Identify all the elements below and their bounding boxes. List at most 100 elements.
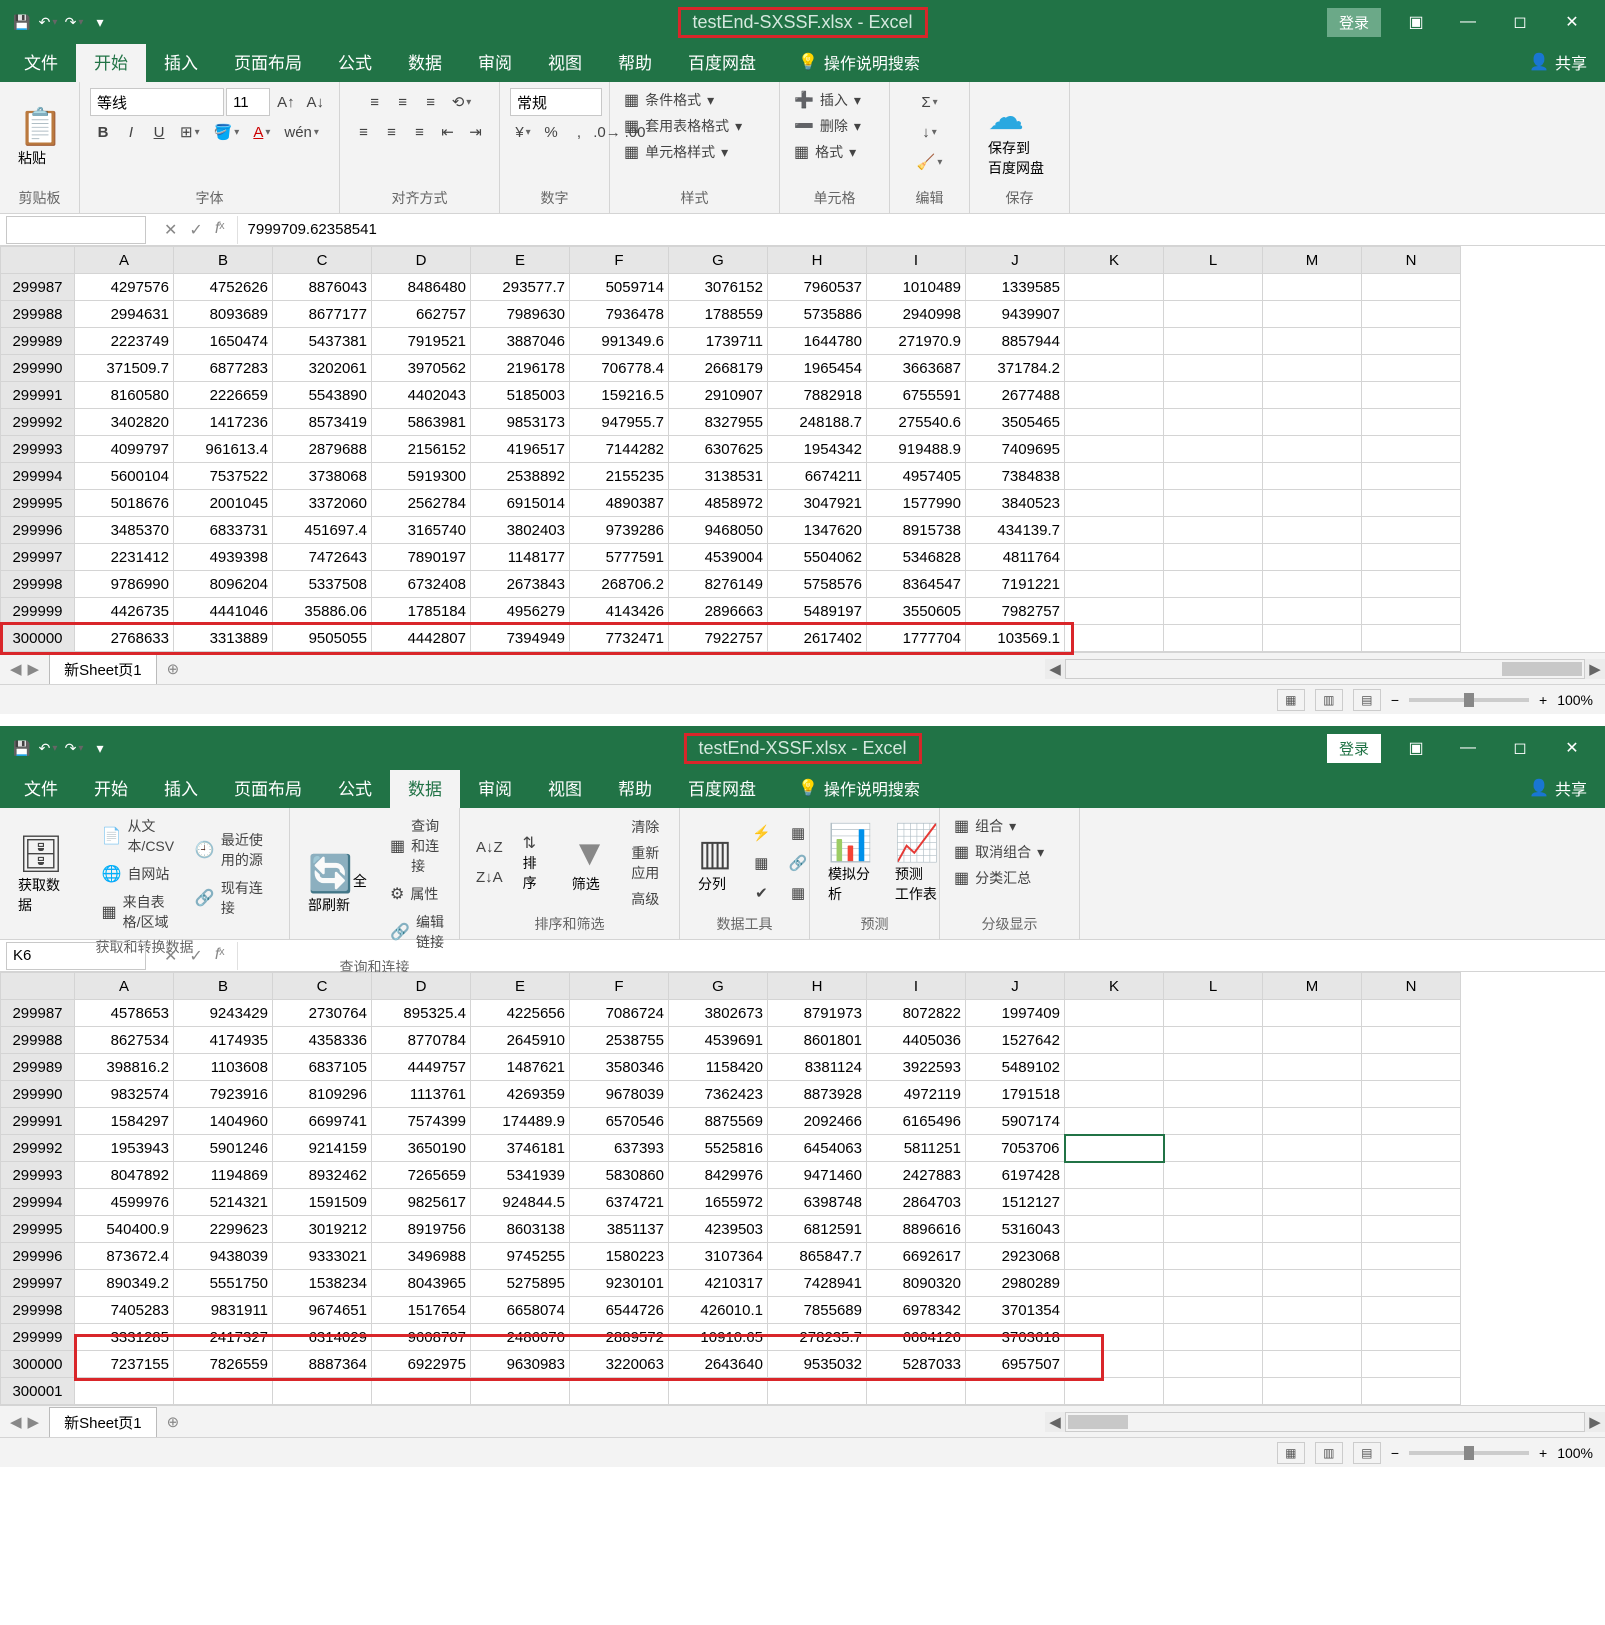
- cell[interactable]: 6658074: [471, 1297, 570, 1324]
- cell[interactable]: 1791518: [966, 1081, 1065, 1108]
- cell[interactable]: 919488.9: [867, 436, 966, 463]
- cell[interactable]: [1164, 274, 1263, 301]
- cell[interactable]: 6314029: [273, 1324, 372, 1351]
- cell[interactable]: [1263, 355, 1362, 382]
- cell[interactable]: 9786990: [75, 571, 174, 598]
- row-header[interactable]: 299988: [1, 1027, 75, 1054]
- get-data-button[interactable]: 🗄获取数 据: [10, 829, 92, 919]
- col-header[interactable]: L: [1164, 247, 1263, 274]
- cell[interactable]: [1065, 625, 1164, 652]
- cell[interactable]: 8887364: [273, 1351, 372, 1378]
- undo-icon[interactable]: ↶: [38, 12, 58, 32]
- cell[interactable]: 5504062: [768, 544, 867, 571]
- cell[interactable]: 5214321: [174, 1189, 273, 1216]
- cell[interactable]: 8791973: [768, 1000, 867, 1027]
- cell[interactable]: [1362, 382, 1461, 409]
- col-header[interactable]: B: [174, 247, 273, 274]
- cell[interactable]: 371784.2: [966, 355, 1065, 382]
- cell[interactable]: [1362, 571, 1461, 598]
- cell[interactable]: 7989630: [471, 301, 570, 328]
- cell[interactable]: 2923068: [966, 1243, 1065, 1270]
- cell[interactable]: 4269359: [471, 1081, 570, 1108]
- row-header[interactable]: 299990: [1, 1081, 75, 1108]
- cell[interactable]: [1263, 1351, 1362, 1378]
- cell[interactable]: 7405283: [75, 1297, 174, 1324]
- align-left-icon[interactable]: ≡: [351, 118, 377, 146]
- row-header[interactable]: 299991: [1, 382, 75, 409]
- cell[interactable]: [1164, 463, 1263, 490]
- sort-desc-icon[interactable]: Z↓A: [470, 864, 509, 892]
- cell[interactable]: [1065, 274, 1164, 301]
- queries-button[interactable]: ▦查询和连接: [386, 814, 449, 878]
- col-header[interactable]: H: [768, 247, 867, 274]
- formula-input[interactable]: [237, 942, 1605, 970]
- cell[interactable]: 3970562: [372, 355, 471, 382]
- cell[interactable]: 8601801: [768, 1027, 867, 1054]
- cell[interactable]: 7409695: [966, 436, 1065, 463]
- cell[interactable]: [1263, 1054, 1362, 1081]
- cell[interactable]: 2417327: [174, 1324, 273, 1351]
- cell[interactable]: [1065, 1351, 1164, 1378]
- from-web-button[interactable]: 🌐自网站: [98, 862, 185, 886]
- cell[interactable]: 2617402: [768, 625, 867, 652]
- cell[interactable]: 9230101: [570, 1270, 669, 1297]
- cell[interactable]: [1362, 1243, 1461, 1270]
- cell[interactable]: 7574399: [372, 1108, 471, 1135]
- cell[interactable]: [1362, 355, 1461, 382]
- cell[interactable]: 1148177: [471, 544, 570, 571]
- cell[interactable]: [1164, 409, 1263, 436]
- remove-dup-icon[interactable]: ▦: [746, 849, 777, 877]
- properties-button[interactable]: ⚙属性: [386, 882, 449, 906]
- cell[interactable]: 4539691: [669, 1027, 768, 1054]
- cell[interactable]: 7960537: [768, 274, 867, 301]
- cell[interactable]: [1362, 1027, 1461, 1054]
- cell[interactable]: 7890197: [372, 544, 471, 571]
- align-top-icon[interactable]: ≡: [362, 88, 388, 116]
- cell[interactable]: 6699741: [273, 1108, 372, 1135]
- paste-button[interactable]: 📋粘贴: [10, 102, 71, 172]
- ungroup-button[interactable]: ▦取消组合 ▾: [950, 840, 1048, 864]
- close-icon[interactable]: ✕: [1555, 5, 1589, 39]
- cell[interactable]: 7428941: [768, 1270, 867, 1297]
- cell[interactable]: 1113761: [372, 1081, 471, 1108]
- cell[interactable]: [1263, 274, 1362, 301]
- cell[interactable]: 5437381: [273, 328, 372, 355]
- cell[interactable]: 2538892: [471, 463, 570, 490]
- cell[interactable]: 895325.4: [372, 1000, 471, 1027]
- cell[interactable]: 3485370: [75, 517, 174, 544]
- align-center-icon[interactable]: ≡: [379, 118, 405, 146]
- bold-button[interactable]: B: [90, 118, 116, 146]
- cell[interactable]: 8429976: [669, 1162, 768, 1189]
- cell[interactable]: 8364547: [867, 571, 966, 598]
- cell[interactable]: [669, 1378, 768, 1405]
- cell[interactable]: 4449757: [372, 1054, 471, 1081]
- cell[interactable]: [1065, 1162, 1164, 1189]
- tab-file[interactable]: 文件: [6, 767, 76, 808]
- col-header[interactable]: M: [1263, 973, 1362, 1000]
- cell[interactable]: [1065, 1054, 1164, 1081]
- autosum-icon[interactable]: Σ: [915, 88, 943, 116]
- cell[interactable]: [1065, 328, 1164, 355]
- sheet-next-icon[interactable]: ▶: [28, 660, 40, 678]
- row-header[interactable]: 299990: [1, 355, 75, 382]
- cell[interactable]: [1065, 1378, 1164, 1405]
- cell[interactable]: [1362, 1297, 1461, 1324]
- cell[interactable]: 873672.4: [75, 1243, 174, 1270]
- cell[interactable]: [1065, 490, 1164, 517]
- cell[interactable]: 5758576: [768, 571, 867, 598]
- cell[interactable]: 865847.7: [768, 1243, 867, 1270]
- cell[interactable]: 2226659: [174, 382, 273, 409]
- cell[interactable]: [1065, 598, 1164, 625]
- cell[interactable]: 2668179: [669, 355, 768, 382]
- cell[interactable]: 2896663: [669, 598, 768, 625]
- page-layout-view-icon[interactable]: ▥: [1315, 1442, 1343, 1464]
- cell[interactable]: [1263, 301, 1362, 328]
- cell[interactable]: [1263, 1162, 1362, 1189]
- cell[interactable]: 2538755: [570, 1027, 669, 1054]
- cell[interactable]: 662757: [372, 301, 471, 328]
- cell[interactable]: [768, 1378, 867, 1405]
- cell[interactable]: 947955.7: [570, 409, 669, 436]
- cell[interactable]: [1362, 490, 1461, 517]
- relations-icon[interactable]: 🔗: [783, 849, 814, 877]
- cell[interactable]: 8915738: [867, 517, 966, 544]
